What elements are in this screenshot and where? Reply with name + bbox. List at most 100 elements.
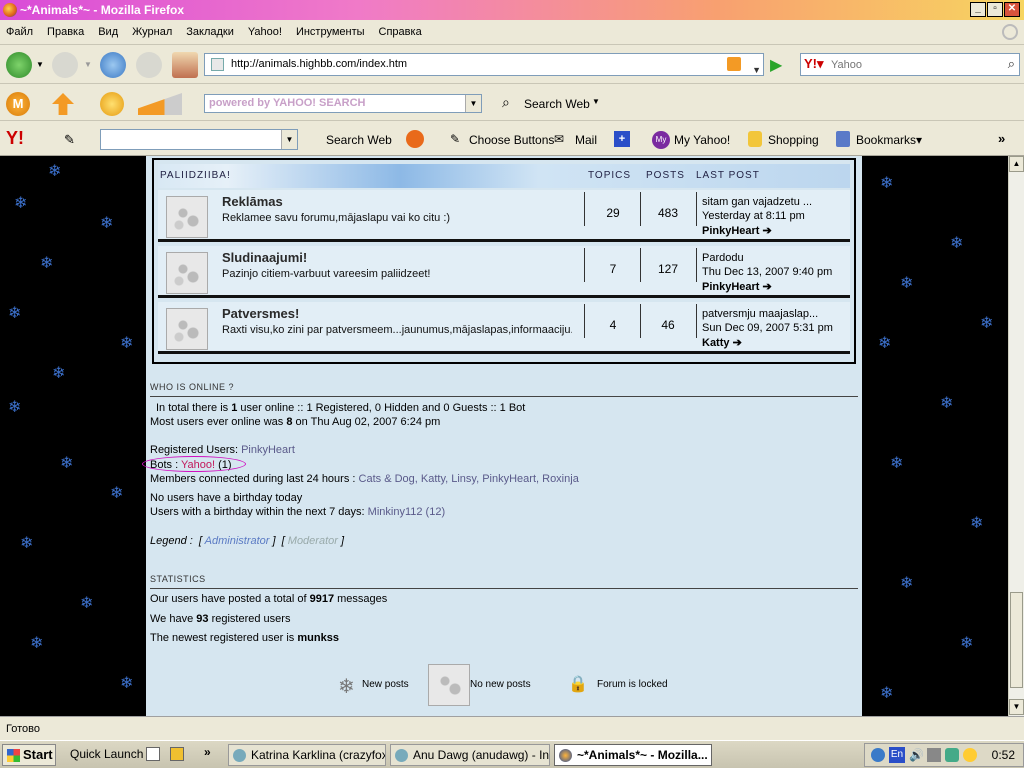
shopping-button[interactable]: Shopping [768,132,819,148]
forum-status-icon [166,252,208,294]
plus-icon[interactable]: + [614,131,630,147]
column-divider [584,304,585,338]
search-web-button[interactable]: Search Web [326,132,392,148]
last-post-user-link[interactable]: PinkyHeart ➔ [702,224,772,237]
quick-launch-chevron-icon[interactable]: » [204,745,211,759]
snowflake-icon: ❄ [52,365,66,382]
legend-administrator-link[interactable]: Administrator [205,535,270,547]
newest-user-link[interactable]: munkss [297,632,339,644]
online-total-text: In total there is 1 user online :: 1 Reg… [156,402,526,414]
show-desktop-icon[interactable] [146,747,160,761]
volume-icon[interactable]: 🔊 [909,748,924,762]
go-to-post-icon[interactable]: ➔ [733,337,742,349]
birthday-user-link[interactable]: Minkiny112 (12) [368,506,445,518]
taskbar-item[interactable]: Katrina Karklina (crazyfoxy... [228,744,386,766]
category-title: PALIIDZIIBA! [160,170,231,181]
up-arrow-icon[interactable] [52,93,74,115]
maximize-button[interactable]: ▫ [987,2,1003,17]
go-arrow-icon[interactable]: ▶ [770,55,782,75]
url-bar[interactable]: http://animals.highbb.com/index.htm ▼ [204,53,764,76]
search-web-dropdown-icon[interactable]: ▼ [592,97,600,106]
mail-button[interactable]: Mail [575,132,597,148]
most-online-text: Most users ever online was 8 on Thu Aug … [150,416,441,428]
forum-row: Patversmes! Raxti visu,ko zini par patve… [158,302,850,354]
reload-icon[interactable] [100,52,126,78]
forum-title-link[interactable]: Sludinaajumi! [222,250,307,265]
search-input[interactable] [831,56,991,73]
forward-arrow-icon[interactable] [52,52,78,78]
search-web-button[interactable]: Search Web [524,96,590,112]
forum-row: Reklāmas Reklamee savu forumu,mājaslapu … [158,190,850,242]
members-24h-links[interactable]: Cats & Dog, Katty, Linsy, PinkyHeart, Ro… [359,473,579,485]
menu-file[interactable]: Файл [0,20,40,45]
last-post-user-link[interactable]: PinkyHeart ➔ [702,280,772,293]
forum-title-link[interactable]: Patversmes! [222,306,299,321]
minimize-button[interactable]: _ [970,2,986,17]
taskbar-item-active[interactable]: ~*Animals*~ - Mozilla... [554,744,712,766]
menu-yahoo[interactable]: Yahoo! [241,20,289,45]
windows-flag-icon [7,749,20,762]
scroll-up-arrow-icon[interactable]: ▲ [1009,156,1024,172]
vertical-scrollbar[interactable]: ▲ ▼ [1008,156,1024,716]
home-icon[interactable] [172,52,198,78]
taskbar-item[interactable]: Anu Dawg (anudawg) - Ins... [390,744,550,766]
toolbar-search-input[interactable]: ▼ [100,129,298,150]
last-post-title-link[interactable]: sitam gan vajadzetu ... [702,196,812,208]
start-button[interactable]: Start [2,744,56,766]
back-dropdown-icon[interactable]: ▼ [36,60,44,69]
back-arrow-icon[interactable] [6,52,32,78]
rss-icon[interactable] [727,57,741,71]
target-icon[interactable] [406,130,424,148]
last-post-user-link[interactable]: Katty ➔ [702,336,742,349]
go-to-post-icon[interactable]: ➔ [763,225,772,237]
forum-title-link[interactable]: Reklāmas [222,194,283,209]
menu-history[interactable]: Журнал [125,20,179,45]
column-divider [696,192,697,226]
column-divider [640,248,641,282]
forum-status-icon [166,308,208,350]
forward-dropdown-icon[interactable]: ▼ [84,60,92,69]
tray-icon[interactable] [927,748,941,762]
scrollbar-thumb[interactable] [1010,592,1023,688]
star-icon[interactable] [100,92,124,116]
menu-tools[interactable]: Инструменты [289,20,372,45]
dropdown-icon[interactable]: ▼ [465,95,481,112]
yahoo-search-box[interactable]: Y!▾ ⌕ [800,53,1020,76]
choose-buttons-button[interactable]: Choose Buttons [469,132,554,148]
menu-help[interactable]: Справка [372,20,429,45]
yahoo-search-field[interactable]: powered by YAHOO! SEARCH ▼ [204,94,482,113]
overflow-chevron-icon[interactable]: » [998,131,1005,146]
network-icon[interactable] [871,748,885,762]
url-dropdown-icon[interactable]: ▼ [752,60,761,81]
firefox-icon [3,3,17,17]
registered-user-link[interactable]: PinkyHeart [241,444,295,456]
close-button[interactable]: ✕ [1004,2,1020,17]
menu-edit[interactable]: Правка [40,20,91,45]
go-to-post-icon[interactable]: ➔ [763,281,772,293]
last-post-title-link[interactable]: patversmju maajaslap... [702,308,818,320]
dropdown-icon[interactable]: ▼ [281,130,297,149]
last-post-title-link[interactable]: Pardodu [702,252,744,264]
mozilla-m-icon[interactable]: M [6,92,30,116]
my-yahoo-button[interactable]: My Yahoo! [674,132,730,148]
media-player-icon[interactable] [170,747,184,761]
yahoo-logo-icon[interactable]: Y!▾ [804,56,824,72]
snowflake-icon: ❄ [40,255,54,272]
tray-icon[interactable] [945,748,959,762]
lock-icon: 🔒 [568,676,588,693]
clock[interactable]: 0:52 [992,748,1015,762]
stop-icon[interactable] [136,52,162,78]
topics-header: TOPICS [588,170,632,181]
search-icon[interactable]: ⌕ [1008,56,1015,72]
legend-moderator-link[interactable]: Moderator [288,535,338,547]
pencil-icon[interactable]: ✎ [64,132,75,148]
birthday-week-text: Users with a birthday within the next 7 … [150,506,446,518]
bookmarks-button[interactable]: Bookmarks▾ [856,132,922,148]
menu-view[interactable]: Вид [91,20,125,45]
magnifier-icon: ⌕ [502,94,510,110]
menu-bookmarks[interactable]: Закладки [179,20,241,45]
messenger-smiley-icon[interactable] [963,748,977,762]
scroll-down-arrow-icon[interactable]: ▼ [1009,699,1024,715]
language-indicator[interactable]: En [889,747,905,763]
yahoo-y-icon[interactable]: Y! [6,128,24,149]
